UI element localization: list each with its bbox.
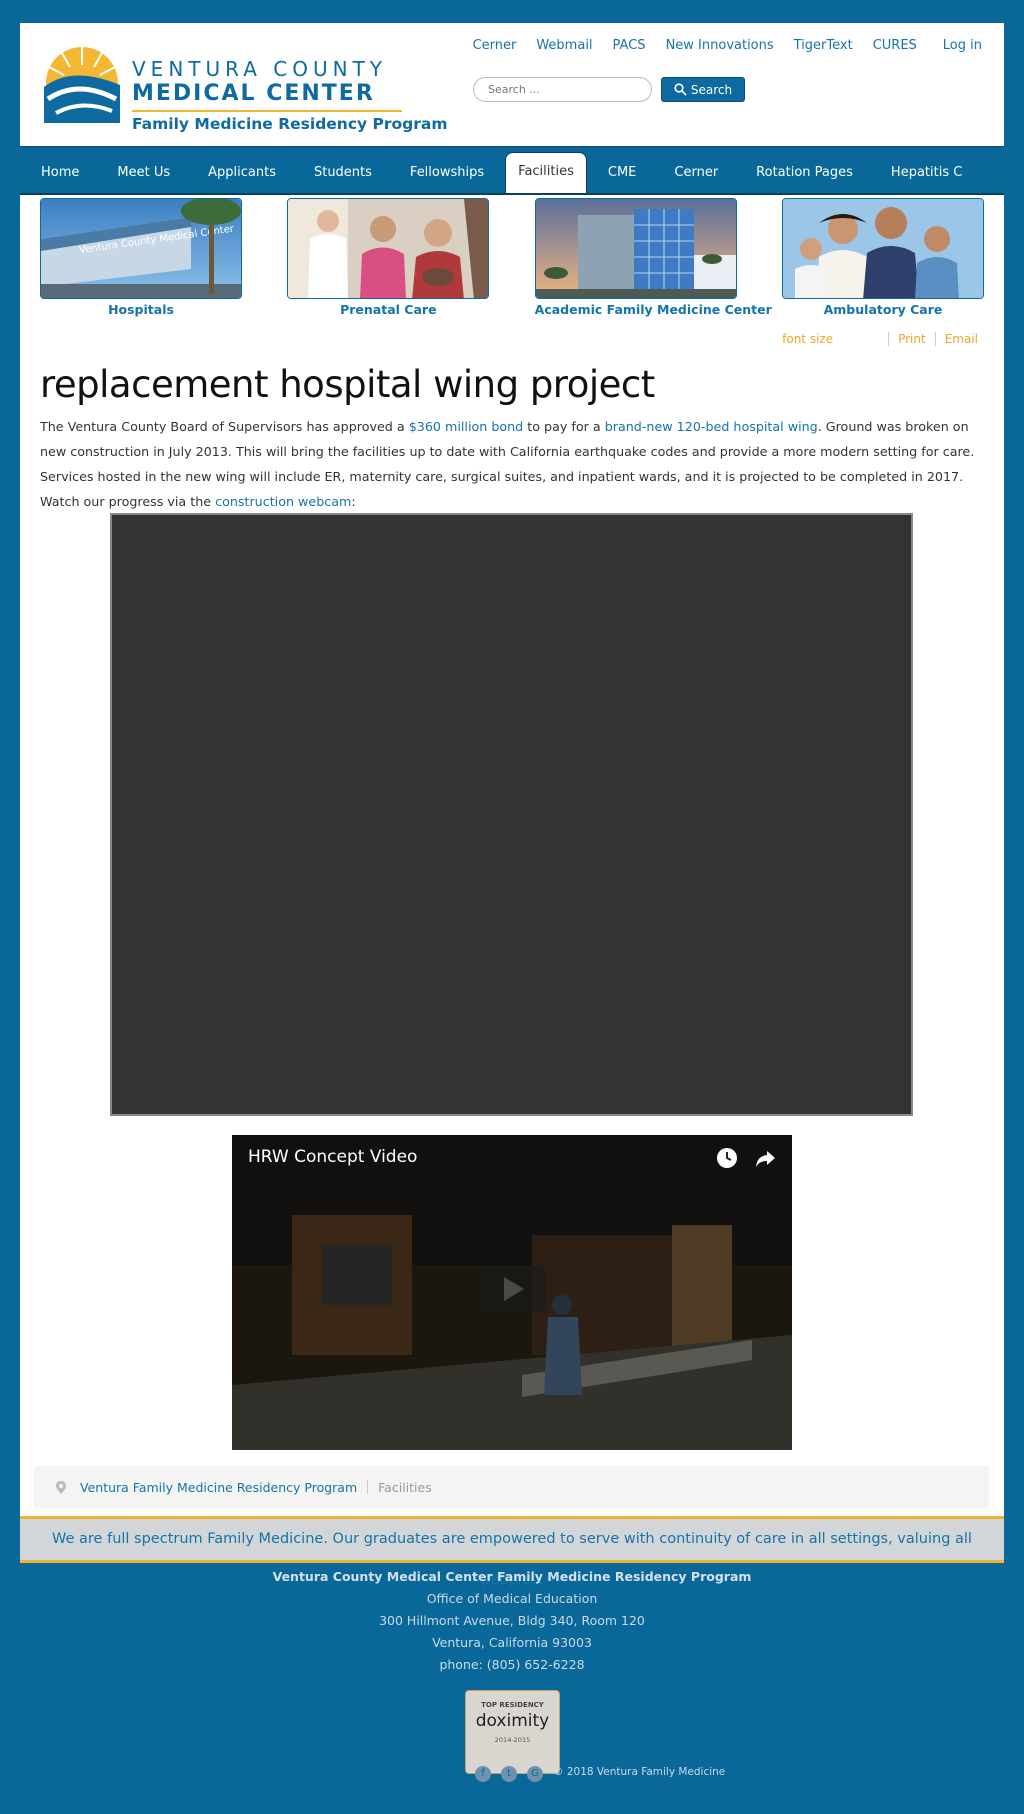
- logo-divider: [132, 110, 402, 112]
- nav-home[interactable]: Home: [22, 152, 98, 193]
- print-link[interactable]: Print: [898, 332, 926, 346]
- doximity-badge[interactable]: TOP RESIDENCY doximity 2014-2015: [465, 1690, 560, 1774]
- sun-wave-logo-icon: [44, 47, 120, 123]
- copyright: © 2018 Ventura Family Medicine: [553, 1766, 726, 1778]
- facility-card[interactable]: Prenatal Care: [287, 198, 490, 317]
- facility-label-hospitals[interactable]: Hospitals: [40, 302, 242, 317]
- main-nav: Home Meet Us Applicants Students Fellows…: [20, 147, 1004, 195]
- toplink-cures[interactable]: CURES: [873, 38, 917, 53]
- breadcrumb-current: Facilities: [378, 1479, 432, 1495]
- toplink-cerner[interactable]: Cerner: [473, 38, 517, 53]
- login-link[interactable]: Log in: [943, 38, 982, 53]
- footer-office: Office of Medical Education: [426, 1591, 598, 1606]
- font-size-control[interactable]: font size: [782, 332, 833, 346]
- search-button[interactable]: Search: [661, 77, 745, 102]
- social-links: f t G: [475, 1766, 543, 1782]
- site-logo[interactable]: VENTURA COUNTY MEDICAL CENTER Family Med…: [42, 37, 448, 133]
- footer-phone: phone: (805) 652-6228: [439, 1657, 585, 1672]
- facility-label-prenatal-care[interactable]: Prenatal Care: [287, 302, 489, 317]
- facilities-gallery: Ventura County Medical Center Hospitals: [40, 198, 984, 317]
- footer-address-1: 300 Hillmont Avenue, Bldg 340, Room 120: [379, 1613, 645, 1628]
- facility-label-academic-family-medicine-center[interactable]: Academic Family Medicine Center: [535, 302, 772, 317]
- badge-years: 2014-2015: [494, 1736, 531, 1744]
- toplink-tigertext[interactable]: TigerText: [794, 38, 853, 53]
- article-paragraph: The Ventura County Board of Supervisors …: [40, 414, 984, 514]
- breadcrumb-home[interactable]: Ventura Family Medicine Residency Progra…: [80, 1480, 357, 1495]
- google-plus-icon[interactable]: G: [527, 1766, 543, 1782]
- tools-divider: [888, 332, 890, 346]
- badge-top-text: TOP RESIDENCY: [481, 1701, 544, 1709]
- nav-facilities[interactable]: Facilities: [505, 152, 587, 193]
- toplink-pacs[interactable]: PACS: [613, 38, 646, 53]
- mission-statement: We are full spectrum Family Medicine. Ou…: [20, 1516, 1004, 1588]
- facility-card[interactable]: Academic Family Medicine Center: [534, 198, 772, 317]
- logo-line-2: MEDICAL CENTER: [132, 81, 375, 106]
- search-icon: [674, 83, 687, 96]
- logo-line-1: VENTURA COUNTY: [132, 57, 387, 81]
- ambulatory-care-image[interactable]: [781, 198, 984, 299]
- facebook-icon[interactable]: f: [475, 1766, 491, 1782]
- nav-cerner[interactable]: Cerner: [655, 152, 737, 193]
- toplink-new-innovations[interactable]: New Innovations: [666, 38, 774, 53]
- location-pin-icon: [56, 1480, 66, 1494]
- page-frame: VENTURA COUNTY MEDICAL CENTER Family Med…: [20, 23, 1004, 1588]
- nav-students[interactable]: Students: [295, 152, 391, 193]
- article-tools: font size Print Email: [782, 332, 978, 346]
- bond-link[interactable]: $360 million bond: [409, 419, 524, 434]
- prenatal-care-image[interactable]: [287, 198, 490, 299]
- video-embed[interactable]: HRW Concept Video: [232, 1135, 792, 1450]
- search-button-label: Search: [690, 82, 733, 97]
- academic-family-medicine-center-image[interactable]: [534, 198, 737, 299]
- nav-applicants[interactable]: Applicants: [189, 152, 295, 193]
- twitter-icon[interactable]: t: [501, 1766, 517, 1782]
- footer-address-2: Ventura, California 93003: [432, 1635, 592, 1650]
- facility-card[interactable]: Ventura County Medical Center Hospitals: [40, 198, 242, 317]
- main-content: Ventura County Medical Center Hospitals: [20, 195, 1004, 1588]
- search-form: Search: [473, 77, 745, 102]
- construction-webcam-embed[interactable]: [110, 513, 913, 1116]
- badge-main-text: doximity: [475, 1711, 550, 1731]
- search-input[interactable]: [473, 77, 652, 102]
- site-footer: Ventura County Medical Center Family Med…: [0, 1566, 1024, 1676]
- utility-links: Cerner Webmail PACS New Innovations Tige…: [473, 38, 982, 53]
- toplink-webmail[interactable]: Webmail: [536, 38, 592, 53]
- nav-meet-us[interactable]: Meet Us: [98, 152, 189, 193]
- share-icon[interactable]: [754, 1147, 776, 1169]
- hospitals-image[interactable]: Ventura County Medical Center: [40, 198, 242, 299]
- breadcrumb-divider: [367, 1480, 369, 1494]
- article-text: to pay for a: [523, 419, 605, 434]
- email-link[interactable]: Email: [945, 332, 978, 346]
- watch-later-icon[interactable]: [716, 1147, 738, 1169]
- logo-line-3: Family Medicine Residency Program: [132, 115, 448, 133]
- page-title: replacement hospital wing project: [40, 363, 655, 406]
- tools-divider: [934, 332, 936, 346]
- nav-cme[interactable]: CME: [589, 152, 656, 193]
- nav-fellowships[interactable]: Fellowships: [391, 152, 503, 193]
- webcam-link[interactable]: construction webcam: [215, 494, 351, 509]
- hospital-wing-link[interactable]: brand-new 120-bed hospital wing: [605, 419, 818, 434]
- nav-rotation-pages[interactable]: Rotation Pages: [737, 152, 872, 193]
- breadcrumb: Ventura Family Medicine Residency Progra…: [34, 1466, 989, 1508]
- video-title[interactable]: HRW Concept Video: [248, 1147, 417, 1167]
- video-actions: [716, 1147, 776, 1169]
- nav-hepatitis-c[interactable]: Hepatitis C: [872, 152, 981, 193]
- facility-label-ambulatory-care[interactable]: Ambulatory Care: [782, 302, 984, 317]
- site-header: VENTURA COUNTY MEDICAL CENTER Family Med…: [20, 23, 1004, 147]
- article-text: :: [351, 494, 356, 509]
- footer-org: Ventura County Medical Center Family Med…: [272, 1569, 752, 1584]
- video-thumbnail: [232, 1135, 792, 1450]
- article-text: The Ventura County Board of Supervisors …: [40, 419, 409, 434]
- facility-card[interactable]: Ambulatory Care: [781, 198, 984, 317]
